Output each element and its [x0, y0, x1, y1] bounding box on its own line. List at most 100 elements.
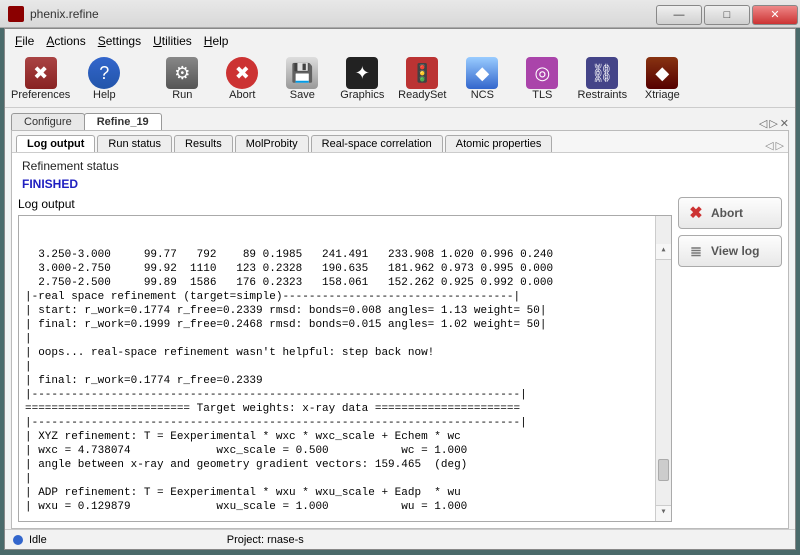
- tool-save[interactable]: 💾 Save: [276, 57, 328, 101]
- log-line: |: [25, 332, 665, 346]
- inner-panel: Log output Run status Results MolProbity…: [11, 130, 789, 529]
- view-log-button[interactable]: ≣ View log: [678, 235, 782, 267]
- tool-label: Xtriage: [645, 89, 680, 101]
- menu-help[interactable]: Help: [200, 32, 233, 50]
- subtab-log-output[interactable]: Log output: [16, 135, 95, 152]
- log-line: | angle between x-ray and geometry gradi…: [25, 458, 665, 472]
- subtab-molprobity[interactable]: MolProbity: [235, 135, 309, 152]
- menu-actions[interactable]: Actions: [42, 32, 89, 50]
- tab-configure[interactable]: Configure: [11, 113, 85, 130]
- subtab-run-status[interactable]: Run status: [97, 135, 172, 152]
- view-log-icon: ≣: [687, 242, 705, 260]
- project-label: Project:: [227, 534, 264, 546]
- project-value: rnase-s: [267, 534, 304, 546]
- status-dot-icon: [13, 535, 23, 545]
- log-line: 3.000-2.750 99.92 1110 123 0.2328 190.63…: [25, 262, 665, 276]
- log-line: | oops... real-space refinement wasn't h…: [25, 346, 665, 360]
- ncs-icon: ◆: [466, 57, 498, 89]
- tool-readyset[interactable]: 🚦 ReadySet: [396, 57, 448, 101]
- maximize-button[interactable]: □: [704, 5, 750, 25]
- log-line: |---------------------------------------…: [25, 388, 665, 402]
- tool-label: Restraints: [578, 89, 628, 101]
- tool-preferences[interactable]: ✖ Preferences: [11, 57, 70, 101]
- window-title: phenix.refine: [30, 7, 99, 21]
- readyset-icon: 🚦: [406, 57, 438, 89]
- tool-restraints[interactable]: ⛓ Restraints: [576, 57, 628, 101]
- log-line: 3.250-3.000 99.77 792 89 0.1985 241.491 …: [25, 248, 665, 262]
- xtriage-icon: ◆: [646, 57, 678, 89]
- main-tabrow: Configure Refine_19 ◁ ▷ ✕: [5, 108, 795, 130]
- restraints-icon: ⛓: [586, 57, 618, 89]
- log-line: |-real space refinement (target=simple)-…: [25, 290, 665, 304]
- tool-label: NCS: [471, 89, 494, 101]
- log-line: | XYZ refinement: T = Eexperimental * wx…: [25, 430, 665, 444]
- log-line: | final: r_work=0.1774 r_free=0.2339: [25, 374, 665, 388]
- refinement-status-area: Refinement status FINISHED: [12, 153, 788, 193]
- subtab-row: Log output Run status Results MolProbity…: [12, 131, 788, 153]
- subtab-atomic-properties[interactable]: Atomic properties: [445, 135, 553, 152]
- run-icon: ⚙: [166, 57, 198, 89]
- subtab-results[interactable]: Results: [174, 135, 233, 152]
- minimize-button[interactable]: —: [656, 5, 702, 25]
- log-line: | wxc = 4.738074 wxc_scale = 0.500 wc = …: [25, 444, 665, 458]
- subtab-nav-next-icon[interactable]: ▷: [776, 139, 784, 152]
- close-icon: ✕: [770, 8, 779, 21]
- abort-x-icon: ✖: [687, 204, 705, 222]
- log-line: | start: r_work=0.1774 r_free=0.2339 rms…: [25, 304, 665, 318]
- log-line: |---------------------------------------…: [25, 416, 665, 430]
- tool-label: Run: [172, 89, 192, 101]
- scroll-down-icon[interactable]: ▾: [656, 505, 671, 521]
- tab-refine[interactable]: Refine_19: [84, 113, 162, 130]
- log-line: |: [25, 360, 665, 374]
- preferences-icon: ✖: [25, 57, 57, 89]
- tool-help[interactable]: ? Help: [78, 57, 130, 101]
- subtab-nav-prev-icon[interactable]: ◁: [765, 139, 773, 152]
- subtab-realspace-correlation[interactable]: Real-space correlation: [311, 135, 443, 152]
- status-state: Idle: [29, 534, 47, 546]
- app-icon: [8, 6, 24, 22]
- log-output-box[interactable]: 3.250-3.000 99.77 792 89 0.1985 241.491 …: [18, 215, 672, 522]
- tool-tls[interactable]: ◎ TLS: [516, 57, 568, 101]
- titlebar: phenix.refine — □ ✕: [0, 0, 800, 28]
- menu-file[interactable]: File: [11, 32, 38, 50]
- log-line: ========================= Target weights…: [25, 402, 665, 416]
- log-scrollbar[interactable]: ▴ ▾: [655, 216, 671, 521]
- tool-label: TLS: [532, 89, 552, 101]
- tab-nav-prev-icon[interactable]: ◁: [759, 117, 767, 130]
- menubar: File Actions Settings Utilities Help: [5, 29, 795, 53]
- tool-label: Abort: [229, 89, 255, 101]
- tool-graphics[interactable]: ✦ Graphics: [336, 57, 388, 101]
- side-button-column: ✖ Abort ≣ View log: [678, 197, 782, 522]
- menu-settings[interactable]: Settings: [94, 32, 145, 50]
- tool-label: Help: [93, 89, 116, 101]
- tool-run[interactable]: ⚙ Run: [156, 57, 208, 101]
- log-line: |: [25, 472, 665, 486]
- refinement-status-label: Refinement status: [22, 159, 778, 173]
- save-icon: 💾: [286, 57, 318, 89]
- close-button[interactable]: ✕: [752, 5, 798, 25]
- tls-icon: ◎: [526, 57, 558, 89]
- scroll-up-icon[interactable]: ▴: [656, 244, 671, 260]
- tool-label: ReadySet: [398, 89, 446, 101]
- main-split: Log output 3.250-3.000 99.77 792 89 0.19…: [12, 193, 788, 528]
- statusbar: Idle Project: rnase-s: [5, 529, 795, 549]
- log-line: | wxu = 0.129879 wxu_scale = 1.000 wu = …: [25, 500, 665, 514]
- scroll-thumb[interactable]: [658, 459, 669, 481]
- tab-nav-next-icon[interactable]: ▷: [769, 117, 777, 130]
- abort-icon: ✖: [226, 57, 258, 89]
- menu-utilities[interactable]: Utilities: [149, 32, 196, 50]
- tool-ncs[interactable]: ◆ NCS: [456, 57, 508, 101]
- tool-abort[interactable]: ✖ Abort: [216, 57, 268, 101]
- abort-button[interactable]: ✖ Abort: [678, 197, 782, 229]
- log-line: | final: r_work=0.1999 r_free=0.2468 rms…: [25, 318, 665, 332]
- tool-xtriage[interactable]: ◆ Xtriage: [636, 57, 688, 101]
- log-column: Log output 3.250-3.000 99.77 792 89 0.19…: [18, 197, 672, 522]
- maximize-icon: □: [724, 9, 731, 21]
- tool-label: Save: [290, 89, 315, 101]
- tab-close-icon[interactable]: ✕: [780, 117, 789, 130]
- help-icon: ?: [88, 57, 120, 89]
- minimize-icon: —: [674, 9, 685, 21]
- toolbar: ✖ Preferences ? Help ⚙ Run ✖ Abort 💾 Sav…: [5, 53, 795, 108]
- log-output-label: Log output: [18, 197, 672, 211]
- graphics-icon: ✦: [346, 57, 378, 89]
